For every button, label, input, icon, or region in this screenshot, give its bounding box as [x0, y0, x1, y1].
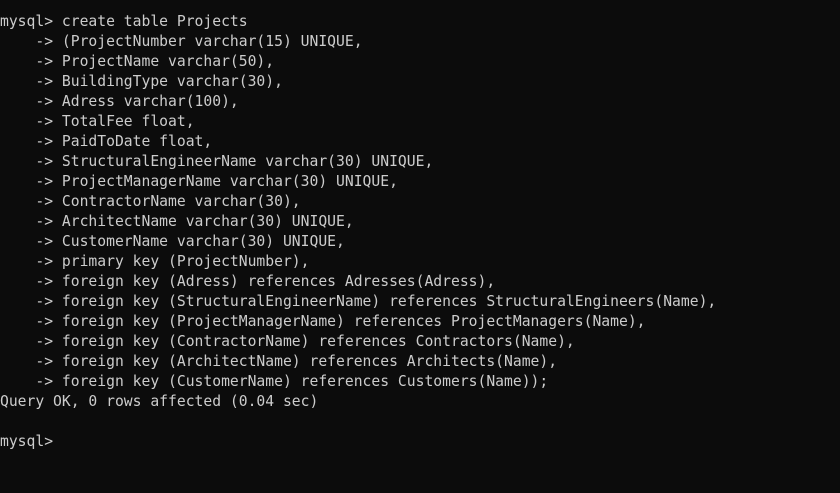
terminal-line: -> foreign key (StructuralEngineerName) …	[0, 293, 717, 310]
terminal-line: -> PaidToDate float,	[0, 133, 213, 150]
terminal-window[interactable]: mysql> create table Projects -> (Project…	[0, 0, 840, 493]
terminal-output: mysql> create table Projects -> (Project…	[0, 12, 716, 452]
terminal-line: -> ContractorName varchar(30),	[0, 193, 301, 210]
terminal-line: -> ProjectManagerName varchar(30) UNIQUE…	[0, 173, 398, 190]
terminal-line: -> ProjectName varchar(50),	[0, 53, 275, 70]
terminal-line: -> foreign key (ContractorName) referenc…	[0, 333, 575, 350]
terminal-line: -> foreign key (ArchitectName) reference…	[0, 353, 558, 370]
terminal-line: -> BuildingType varchar(30),	[0, 73, 283, 90]
query-result-line: Query OK, 0 rows affected (0.04 sec)	[0, 393, 319, 410]
terminal-line: -> CustomerName varchar(30) UNIQUE,	[0, 233, 345, 250]
terminal-line: -> TotalFee float,	[0, 113, 195, 130]
terminal-line: -> foreign key (ProjectManagerName) refe…	[0, 313, 646, 330]
terminal-line: -> primary key (ProjectNumber),	[0, 253, 310, 270]
command-prompt[interactable]: mysql>	[0, 432, 716, 452]
terminal-line: -> Adress varchar(100),	[0, 93, 239, 110]
terminal-line: mysql> create table Projects	[0, 13, 248, 30]
terminal-line: -> (ProjectNumber varchar(15) UNIQUE,	[0, 33, 363, 50]
terminal-line: -> StructuralEngineerName varchar(30) UN…	[0, 153, 434, 170]
terminal-line: -> foreign key (CustomerName) references…	[0, 373, 549, 390]
terminal-line: -> ArchitectName varchar(30) UNIQUE,	[0, 213, 354, 230]
terminal-line: -> foreign key (Adress) references Adres…	[0, 273, 496, 290]
